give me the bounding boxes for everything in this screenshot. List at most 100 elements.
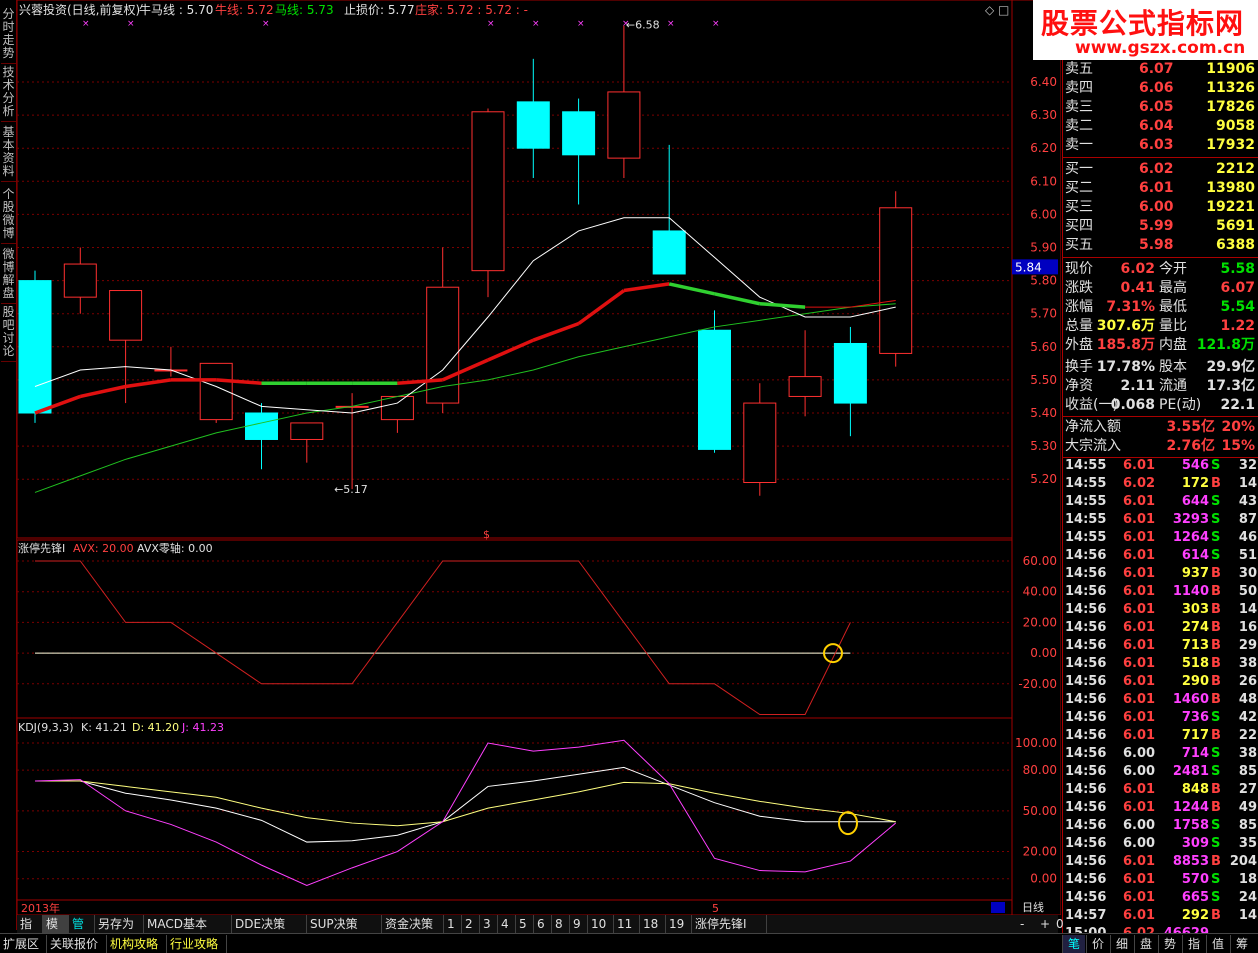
indicator-tab[interactable]: 模板 (43, 915, 69, 949)
indicator-tab[interactable]: 指标 (17, 915, 43, 949)
indicator-tab[interactable]: 1 (444, 915, 462, 933)
tick-row: 14:56 6.01 274 B 16 (1063, 619, 1258, 637)
y-tick-label: 6.00 (1030, 207, 1057, 221)
indicator-tab[interactable]: 11 (614, 915, 640, 933)
tick-volume: 1460 (1172, 692, 1209, 707)
avx-line (35, 560, 851, 715)
indicator-tab[interactable]: SUP决策 (307, 915, 382, 933)
nav-button[interactable]: - (1017, 915, 1033, 933)
indicator-tab[interactable]: 3 (480, 915, 498, 933)
tick-count: 35 (1238, 836, 1257, 851)
signal-marker: × (127, 19, 135, 29)
tick-side: B (1211, 800, 1221, 815)
candle-body (743, 402, 777, 484)
view-tab[interactable]: 筹 (1230, 935, 1253, 953)
candle-body (63, 263, 97, 298)
ob-volume: 13980 (1206, 180, 1255, 196)
bottom-tab[interactable]: 扩展区 (0, 935, 47, 953)
y-tick-label: 6.30 (1030, 108, 1057, 122)
zhuang-label: 庄家: 5.72 : 5.72 : - (415, 2, 528, 17)
indicator-tab-bar: 指标模板管理另存为MACD基本DDE决策SUP决策资金决策12345689101… (17, 915, 1064, 949)
y-tick-label: 0.00 (1030, 872, 1057, 886)
indicator-tab[interactable]: 9 (570, 915, 588, 933)
bid-row: 买一 6.02 2212 (1063, 160, 1258, 179)
bottom-tab[interactable]: 机构攻略 (107, 935, 167, 953)
tick-side: B (1211, 854, 1221, 869)
indicator-tab[interactable]: 6 (534, 915, 552, 933)
ask-row: 卖三 6.05 17826 (1063, 98, 1258, 117)
ob-price: 6.06 (1139, 80, 1174, 96)
view-tab[interactable]: 值 (1206, 935, 1229, 953)
left-tab[interactable]: 股吧讨论 (1, 306, 16, 362)
y-tick-label: 6.20 (1030, 141, 1057, 155)
candle-body (516, 101, 550, 149)
indicator-tab[interactable]: 18 (640, 915, 666, 933)
view-tab[interactable]: 笔 (1062, 935, 1085, 953)
scroll-marker[interactable] (991, 902, 1005, 913)
tick-price: 6.01 (1123, 584, 1156, 599)
stat-value: 0.068 (1110, 397, 1155, 413)
stat-value: 7.31% (1106, 299, 1155, 315)
high-annotation: ←6.58 (626, 18, 660, 31)
avx-legend: AVX: 20.00 (73, 542, 134, 555)
tick-row: 14:56 6.01 1140 B 50 (1063, 583, 1258, 601)
view-tab[interactable]: 价 (1086, 935, 1109, 953)
indicator-tab[interactable]: 涨停先锋I (692, 915, 767, 933)
tick-volume: 848 (1181, 782, 1209, 797)
tick-side: S (1211, 710, 1221, 725)
indicator-tab[interactable]: 10 (588, 915, 614, 933)
left-tab[interactable]: 个股微博 (1, 188, 16, 244)
indicator-tab[interactable]: 资金决策 (382, 915, 444, 933)
tick-time: 14:56 (1065, 872, 1107, 887)
indicator-tab[interactable]: 5 (516, 915, 534, 933)
stat-label: 涨幅 (1065, 299, 1093, 315)
stat-row: 涨幅 7.31% 最低 5.54 (1063, 298, 1258, 317)
kdj-title: KDJ(9,3,3) (18, 721, 74, 734)
candle-body (471, 111, 505, 272)
avx-title: 涨停先锋I (18, 541, 65, 555)
tick-side: B (1211, 584, 1221, 599)
diamond-icon[interactable]: ◇ □ (985, 3, 1009, 17)
y-tick-label: 60.00 (1023, 554, 1057, 568)
y-tick-label: 5.90 (1030, 241, 1057, 255)
bottom-tab[interactable]: 行业攻略 (167, 935, 227, 953)
left-tab[interactable]: 基本资料 (1, 126, 16, 182)
y-tick-label: 6.40 (1030, 75, 1057, 89)
ma-thick-line (79, 384, 126, 399)
y-tick-label: 40.00 (1023, 585, 1057, 599)
tick-time: 14:55 (1065, 458, 1107, 473)
bottom-tab[interactable]: 关联报价 (47, 935, 107, 953)
tick-side: B (1211, 476, 1221, 491)
indicator-tab[interactable]: 4 (498, 915, 516, 933)
period-label[interactable]: 日线 (1022, 900, 1044, 914)
view-tab[interactable]: 细 (1110, 935, 1133, 953)
tick-time: 14:56 (1065, 782, 1107, 797)
indicator-tab[interactable]: 管理 (69, 915, 95, 949)
price-axis (1011, 0, 1061, 915)
ma-thick-line (532, 321, 580, 342)
view-tab[interactable]: 指 (1182, 935, 1205, 953)
view-tab[interactable]: 盘 (1134, 935, 1157, 953)
tick-row: 14:56 6.01 570 S 18 (1063, 871, 1258, 889)
indicator-tab[interactable]: 8 (552, 915, 570, 933)
tick-count: 14 (1238, 602, 1257, 617)
indicator-tab[interactable]: 另存为 (95, 915, 144, 933)
tick-count: 27 (1238, 782, 1257, 797)
indicator-tab[interactable]: DDE决策 (232, 915, 307, 933)
indicator-tab[interactable]: 19 (666, 915, 692, 933)
nav-button[interactable]: + (1037, 915, 1053, 933)
indicator-tab[interactable]: MACD基本 (144, 915, 232, 933)
signal-marker: × (712, 19, 720, 29)
left-tab[interactable]: 微博解盘 (1, 248, 16, 304)
tick-row: 14:55 6.01 1264 S 46 (1063, 529, 1258, 547)
nav-button[interactable]: 0 (1053, 915, 1069, 933)
divider (1063, 416, 1258, 417)
view-tab[interactable]: 势 (1158, 935, 1181, 953)
left-tab[interactable]: 分时走势 (1, 8, 16, 64)
logo-title: 股票公式指标网 (1041, 7, 1245, 40)
left-tab[interactable]: 技术分析 (1, 66, 16, 122)
indicator-tab[interactable]: 2 (462, 915, 480, 933)
tick-row: 14:57 6.01 292 B 14 (1063, 907, 1258, 925)
tick-volume: 665 (1181, 890, 1209, 905)
candle-body (788, 376, 822, 397)
